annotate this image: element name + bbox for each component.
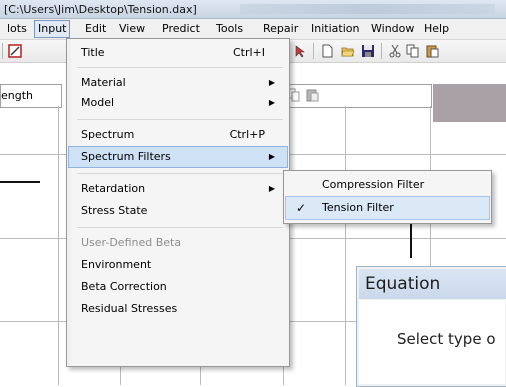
menu-item-label: Title [81,46,105,59]
pointer-tool-icon[interactable] [293,44,307,58]
submenu-arrow-icon: ▶ [268,78,275,87]
menu-item-residual-stresses[interactable]: Residual Stresses [69,299,287,319]
menu-item-label: Residual Stresses [81,302,178,315]
menu-item-shortcut: Ctrl+P [229,128,265,141]
submenu-arrow-icon: ▶ [268,184,275,193]
menu-item-user-defined-beta: User-Defined Beta [69,233,287,253]
menu-item-environment[interactable]: Environment [69,255,287,275]
save-icon[interactable] [361,44,375,58]
menu-initiation[interactable]: Initiation [308,21,362,37]
menu-plots[interactable]: lots [4,21,30,37]
dialog-title-bar[interactable]: Equation [359,269,506,299]
submenu-item-label: Tension Filter [322,201,394,214]
dialog-body: Select type o [359,300,505,384]
menu-item-label: Environment [81,258,152,271]
dialog-title: Equation [365,274,441,294]
paste-icon[interactable] [305,88,319,102]
menu-bar: lots Input Edit View Predict Tools Repai… [0,19,506,40]
window-title: [C:\Users\Jim\Desktop\Tension.dax] [4,3,197,16]
menu-item-title[interactable]: Title Ctrl+I [69,43,287,63]
panel-toolbar [280,84,432,108]
menu-edit[interactable]: Edit [82,21,109,37]
submenu-item-label: Compression Filter [322,178,425,191]
menu-item-model[interactable]: Model ▶ [69,93,287,113]
menu-view[interactable]: View [116,21,148,37]
input-menu: Title Ctrl+I Material ▶ Model ▶ Spectrum… [66,38,290,367]
menu-repair[interactable]: Repair [260,21,301,37]
toolbar-separator [313,43,314,59]
grid-line [58,106,59,385]
menu-help[interactable]: Help [421,21,452,37]
menu-item-stress-state[interactable]: Stress State [69,201,287,221]
copy-icon[interactable] [406,44,420,58]
menu-separator [77,67,283,68]
plot-line [0,181,40,183]
paste-icon[interactable] [425,44,439,58]
menu-item-label: Stress State [81,204,148,217]
menu-item-retardation[interactable]: Retardation ▶ [69,179,287,199]
menu-item-spectrum-filters[interactable]: Spectrum Filters ▶ [68,146,288,168]
new-file-icon[interactable] [320,44,334,58]
menu-item-label: Material [81,76,126,89]
menu-item-material[interactable]: Material ▶ [69,73,287,93]
menu-input[interactable]: Input [34,20,71,38]
checkmark-icon: ✓ [296,201,307,215]
menu-separator [77,119,283,120]
menu-item-spectrum[interactable]: Spectrum Ctrl+P [69,125,287,145]
spectrum-filters-submenu: Compression Filter ✓ Tension Filter [283,170,492,224]
menu-item-shortcut: Ctrl+I [232,46,265,59]
menu-item-beta-correction[interactable]: Beta Correction [69,277,287,297]
toolbar-separator [2,43,3,59]
equation-dialog: Equation Select type o [356,266,506,387]
submenu-arrow-icon: ▶ [268,152,275,161]
menu-item-label: Spectrum [81,128,135,141]
toolbar-separator [381,43,382,59]
menu-predict[interactable]: Predict [159,21,203,37]
length-panel-label: ength [1,89,34,102]
menu-separator [77,227,283,228]
menu-window[interactable]: Window [368,21,417,37]
cut-icon[interactable] [388,44,402,58]
submenu-arrow-icon: ▶ [268,98,275,107]
open-folder-icon[interactable] [341,44,355,58]
submenu-item-tension-filter[interactable]: ✓ Tension Filter [285,196,490,220]
menu-item-label: Retardation [81,182,146,195]
title-bar-blur [240,4,495,14]
menu-tools[interactable]: Tools [213,21,246,37]
plot-line [410,218,412,258]
grid-line [345,106,346,385]
menu-item-label: Beta Correction [81,280,167,293]
edit-chart-icon[interactable] [8,44,22,58]
menu-separator [77,173,283,174]
submenu-item-compression-filter[interactable]: Compression Filter [286,174,489,196]
menu-item-label: Spectrum Filters [81,150,171,163]
menu-item-label: Model [81,96,115,109]
dialog-prompt: Select type o [397,330,496,348]
window-title-bar: [C:\Users\Jim\Desktop\Tension.dax] [0,0,506,19]
length-panel-header: ength [0,84,62,108]
menu-item-label: User-Defined Beta [81,236,182,249]
